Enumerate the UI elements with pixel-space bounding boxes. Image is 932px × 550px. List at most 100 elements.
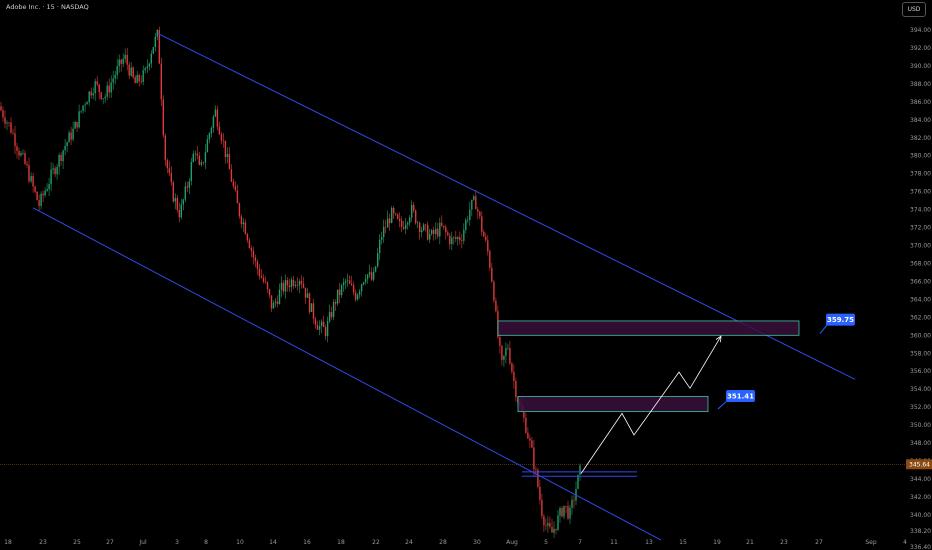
candle-body — [144, 68, 146, 71]
candle-body — [78, 111, 80, 128]
candle-body — [565, 505, 567, 507]
candle-body — [176, 197, 178, 210]
candle-body — [158, 30, 160, 64]
candle-body — [90, 91, 92, 96]
candle-body — [256, 261, 259, 269]
candle-body — [328, 312, 331, 322]
candle-body — [182, 199, 184, 205]
candle-body — [571, 499, 573, 508]
candle-body — [14, 133, 16, 147]
candle-body — [387, 218, 389, 228]
price-tick-label: 340.00 — [910, 512, 931, 519]
candle-body — [212, 116, 215, 128]
candle-body — [495, 300, 497, 312]
time-axis[interactable]: 18 23 25 27 Jul 3 8 10 14 16 18 22 24 28 30 Aug 5 7 11 13 15… — [4, 539, 907, 546]
candle-body — [52, 168, 54, 170]
candle-body — [156, 30, 158, 37]
candle-body — [561, 508, 563, 517]
candle-body — [559, 508, 561, 516]
candle-body — [451, 237, 453, 245]
price-axis[interactable]: 394.00 392.00 390.00 388.00 386.00 384.00 382.… — [906, 27, 932, 550]
price-tick-label: 370.00 — [910, 243, 931, 250]
candle-body — [288, 285, 291, 288]
candle-body — [336, 289, 339, 304]
candle-body — [218, 126, 221, 135]
time-tick-label: 19 — [713, 539, 721, 546]
candle-body — [374, 266, 377, 272]
candle-body — [334, 301, 337, 304]
candle-body — [294, 285, 297, 286]
candle-body — [264, 281, 267, 283]
candle-body — [302, 283, 305, 288]
currency-button[interactable]: USD — [902, 2, 926, 17]
candle-body — [188, 181, 190, 188]
candle-body — [533, 447, 535, 470]
time-tick-label: 5 — [544, 539, 548, 546]
candle-body — [491, 267, 493, 282]
candle-body — [557, 515, 559, 530]
candle-body — [198, 155, 200, 165]
candle-body — [483, 231, 485, 237]
candle-body — [427, 224, 429, 240]
candle-body — [292, 279, 295, 286]
candle-body — [250, 248, 253, 251]
time-tick-label: 11 — [610, 539, 618, 546]
candle-body — [435, 228, 437, 235]
candle-body — [162, 99, 164, 136]
candle-body — [441, 222, 443, 226]
candle-body — [453, 237, 455, 238]
candle-body — [60, 155, 62, 161]
candle-body — [306, 293, 309, 298]
candle-body — [360, 284, 363, 292]
candle-body — [242, 222, 245, 225]
candle-body — [487, 240, 489, 252]
supply-zone — [517, 395, 709, 413]
time-tick-label: Sep — [865, 539, 877, 546]
time-tick-label: 14 — [269, 539, 277, 546]
candle-body — [98, 84, 100, 93]
candle-body — [425, 224, 427, 226]
candle-body — [437, 228, 439, 237]
candle-body — [358, 291, 361, 295]
candle-body — [146, 66, 148, 69]
candle-body — [344, 280, 347, 283]
candle-body — [505, 348, 507, 356]
price-tick-label: 368.00 — [910, 261, 931, 268]
candle-body — [577, 474, 579, 489]
price-chart[interactable]: 359.75 351.41 394.00 392.00 390.00 388.00 386… — [0, 0, 932, 550]
candle-body — [22, 153, 24, 154]
candle-body — [573, 499, 575, 501]
candle-body — [30, 176, 32, 182]
candle-body — [4, 117, 6, 124]
candle-body — [431, 230, 433, 234]
price-tick-label: 384.00 — [910, 117, 931, 124]
candle-body — [274, 301, 277, 303]
candle-body — [399, 218, 401, 221]
candle-body — [192, 153, 194, 162]
candle-body — [547, 523, 549, 526]
candle-body — [477, 209, 479, 212]
time-tick-label: 22 — [372, 539, 380, 546]
candle-body — [423, 224, 425, 231]
candle-body — [569, 507, 571, 519]
candle-body — [312, 303, 315, 319]
candle-body — [172, 182, 174, 202]
candle-body — [228, 154, 231, 170]
candle-body — [433, 230, 435, 235]
candle-body — [348, 280, 351, 284]
candle-body — [150, 53, 152, 64]
time-tick-label: Jul — [138, 539, 147, 546]
candle-body — [36, 191, 38, 201]
candle-body — [42, 193, 44, 196]
candle-body — [180, 204, 182, 218]
candle-body — [40, 193, 42, 206]
candle-body — [413, 204, 415, 211]
time-tick-label: 13 — [645, 539, 653, 546]
candle-body — [445, 227, 447, 233]
time-tick-label: 15 — [679, 539, 687, 546]
candle-body — [493, 281, 495, 301]
candle-body — [222, 140, 225, 142]
price-tick-label: 390.00 — [910, 63, 931, 70]
candle-body — [184, 186, 186, 200]
candle-body — [318, 326, 321, 330]
